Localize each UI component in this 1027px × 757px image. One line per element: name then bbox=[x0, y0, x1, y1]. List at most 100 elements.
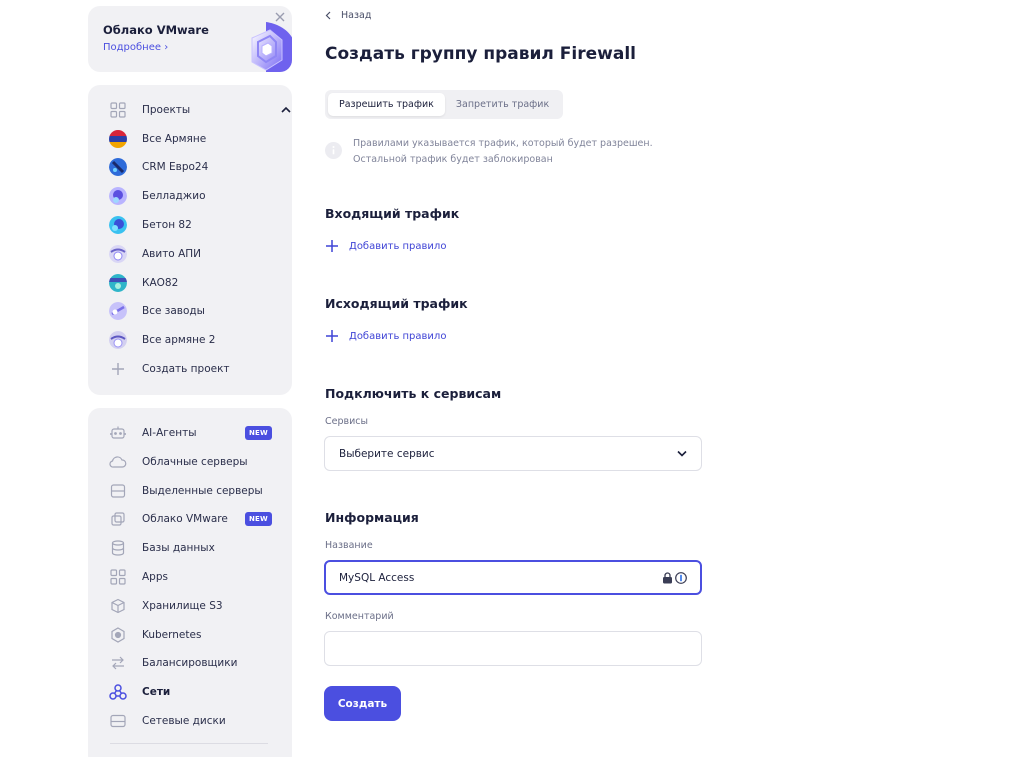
services-panel: AI-Агенты NEW Облачные серверы Выделенны… bbox=[88, 408, 292, 757]
disk-icon bbox=[108, 711, 128, 731]
sidebar-item-label: Облако VMware bbox=[142, 513, 228, 525]
sidebar-item-label: Базы данных bbox=[142, 542, 215, 554]
project-label: КАО82 bbox=[142, 277, 179, 289]
sidebar-item-label: Kubernetes bbox=[142, 629, 202, 641]
sidebar-item-dedicated-servers[interactable]: Выделенные серверы bbox=[108, 480, 288, 502]
network-icon bbox=[108, 682, 128, 702]
vmware-icon bbox=[108, 509, 128, 529]
add-incoming-rule-button[interactable]: Добавить правило bbox=[325, 239, 446, 253]
new-badge: NEW bbox=[245, 426, 272, 440]
project-item[interactable]: Бетон 82 bbox=[108, 214, 288, 236]
info-text: Правилами указывается трафик, который бу… bbox=[353, 136, 673, 168]
plus-icon bbox=[108, 359, 128, 379]
info-icon bbox=[325, 142, 342, 159]
tab-deny-traffic[interactable]: Запретить трафик bbox=[445, 93, 560, 116]
project-item[interactable]: Все Армяне bbox=[108, 128, 288, 150]
page-title: Создать группу правил Firewall bbox=[325, 44, 636, 64]
projects-panel: Проекты Все Армяне CRM Евро24 Белладжио … bbox=[88, 85, 292, 395]
create-button[interactable]: Создать bbox=[324, 686, 401, 721]
promo-title: Облако VMware bbox=[103, 23, 209, 37]
name-input-value: MySQL Access bbox=[339, 571, 415, 584]
sidebar-item-apps[interactable]: Apps bbox=[108, 566, 288, 588]
back-link[interactable]: Назад bbox=[325, 10, 371, 21]
chevron-left-icon bbox=[325, 11, 331, 20]
sidebar-item-kubernetes[interactable]: Kubernetes bbox=[108, 624, 288, 646]
project-avatar-icon bbox=[109, 274, 127, 292]
new-badge: NEW bbox=[245, 512, 272, 526]
connect-services-title: Подключить к сервисам bbox=[325, 386, 502, 401]
project-label: Все армяне 2 bbox=[142, 334, 216, 346]
sidebar-item-s3[interactable]: Хранилище S3 bbox=[108, 595, 288, 617]
traffic-mode-tabs: Разрешить трафик Запретить трафик bbox=[325, 90, 564, 119]
sidebar-divider bbox=[110, 743, 268, 744]
cube-icon bbox=[108, 596, 128, 616]
sidebar-item-label: Хранилище S3 bbox=[142, 600, 223, 612]
sidebar-item-network-disks[interactable]: Сетевые диски bbox=[108, 710, 288, 732]
project-item[interactable]: Авито АПИ bbox=[108, 243, 288, 265]
lock-icon bbox=[663, 571, 672, 583]
project-avatar-icon bbox=[109, 187, 127, 205]
promo-more-link[interactable]: Подробнее › bbox=[103, 42, 168, 53]
project-avatar-icon bbox=[109, 158, 127, 176]
database-icon bbox=[108, 538, 128, 558]
project-item[interactable]: Все армяне 2 bbox=[108, 329, 288, 351]
add-rule-label: Добавить правило bbox=[349, 330, 447, 342]
project-label: Бетон 82 bbox=[142, 219, 192, 231]
sidebar-item-balancers[interactable]: Балансировщики bbox=[108, 652, 288, 674]
server-icon bbox=[108, 481, 128, 501]
sidebar-item-label: Балансировщики bbox=[142, 657, 238, 669]
vmware-logo-illustration bbox=[251, 22, 292, 72]
robot-icon bbox=[108, 423, 128, 443]
sidebar-item-label: Облачные серверы bbox=[142, 456, 248, 468]
sidebar-item-label: Сетевые диски bbox=[142, 715, 226, 727]
password-manager-icons[interactable] bbox=[662, 571, 687, 584]
chevron-up-icon[interactable] bbox=[280, 104, 292, 116]
project-item[interactable]: CRM Евро24 bbox=[108, 156, 288, 178]
services-select-value: Выберите сервис bbox=[339, 447, 435, 460]
project-item[interactable]: КАО82 bbox=[108, 272, 288, 294]
name-input[interactable]: MySQL Access bbox=[324, 560, 702, 595]
information-title: Информация bbox=[325, 510, 419, 525]
sidebar-item-networks[interactable]: Сети bbox=[108, 681, 288, 703]
project-label: Авито АПИ bbox=[142, 248, 202, 260]
create-project-button[interactable]: Создать проект bbox=[108, 358, 288, 380]
project-avatar-icon bbox=[109, 216, 127, 234]
promo-banner: Облако VMware Подробнее › bbox=[88, 6, 292, 72]
project-avatar-icon bbox=[109, 130, 127, 148]
sidebar-item-cloud-servers[interactable]: Облачные серверы bbox=[108, 451, 288, 473]
add-rule-label: Добавить правило bbox=[349, 240, 447, 252]
sidebar-item-vmware[interactable]: Облако VMware NEW bbox=[108, 508, 288, 530]
sidebar-item-label: AI-Агенты bbox=[142, 427, 197, 439]
back-label: Назад bbox=[341, 10, 372, 21]
comment-label: Комментарий bbox=[325, 611, 394, 622]
project-label: Все Армяне bbox=[142, 133, 207, 145]
services-select[interactable]: Выберите сервис bbox=[324, 436, 702, 471]
cloud-icon bbox=[108, 452, 128, 472]
tab-allow-traffic[interactable]: Разрешить трафик bbox=[328, 93, 445, 116]
project-label: Белладжио bbox=[142, 190, 206, 202]
sidebar-item-databases[interactable]: Базы данных bbox=[108, 537, 288, 559]
kubernetes-icon bbox=[108, 625, 128, 645]
balancer-icon bbox=[108, 653, 128, 673]
add-outgoing-rule-button[interactable]: Добавить правило bbox=[325, 329, 446, 343]
project-item[interactable]: Все заводы bbox=[108, 300, 288, 322]
project-label: CRM Евро24 bbox=[142, 161, 209, 173]
sidebar-item-ai-agents[interactable]: AI-Агенты NEW bbox=[108, 422, 288, 444]
incoming-traffic-title: Входящий трафик bbox=[325, 206, 460, 221]
project-item[interactable]: Белладжио bbox=[108, 185, 288, 207]
sidebar-item-label: Выделенные серверы bbox=[142, 485, 263, 497]
project-avatar-icon bbox=[109, 331, 127, 349]
sidebar-item-label: Apps bbox=[142, 571, 168, 583]
password-manager-icon bbox=[675, 571, 687, 584]
comment-input[interactable] bbox=[324, 631, 702, 666]
name-label: Название bbox=[325, 540, 373, 551]
info-text-line: Правилами указывается трафик, который бу… bbox=[353, 138, 653, 149]
plus-icon bbox=[326, 240, 338, 252]
info-text-line: Остальной трафик будет заблокирован bbox=[353, 154, 553, 165]
chevron-down-icon bbox=[677, 450, 687, 457]
sidebar-item-label: Сети bbox=[142, 686, 171, 698]
projects-header-label: Проекты bbox=[142, 104, 191, 116]
project-avatar-icon bbox=[109, 245, 127, 263]
projects-header[interactable]: Проекты bbox=[108, 99, 291, 121]
grid-icon bbox=[108, 100, 128, 120]
